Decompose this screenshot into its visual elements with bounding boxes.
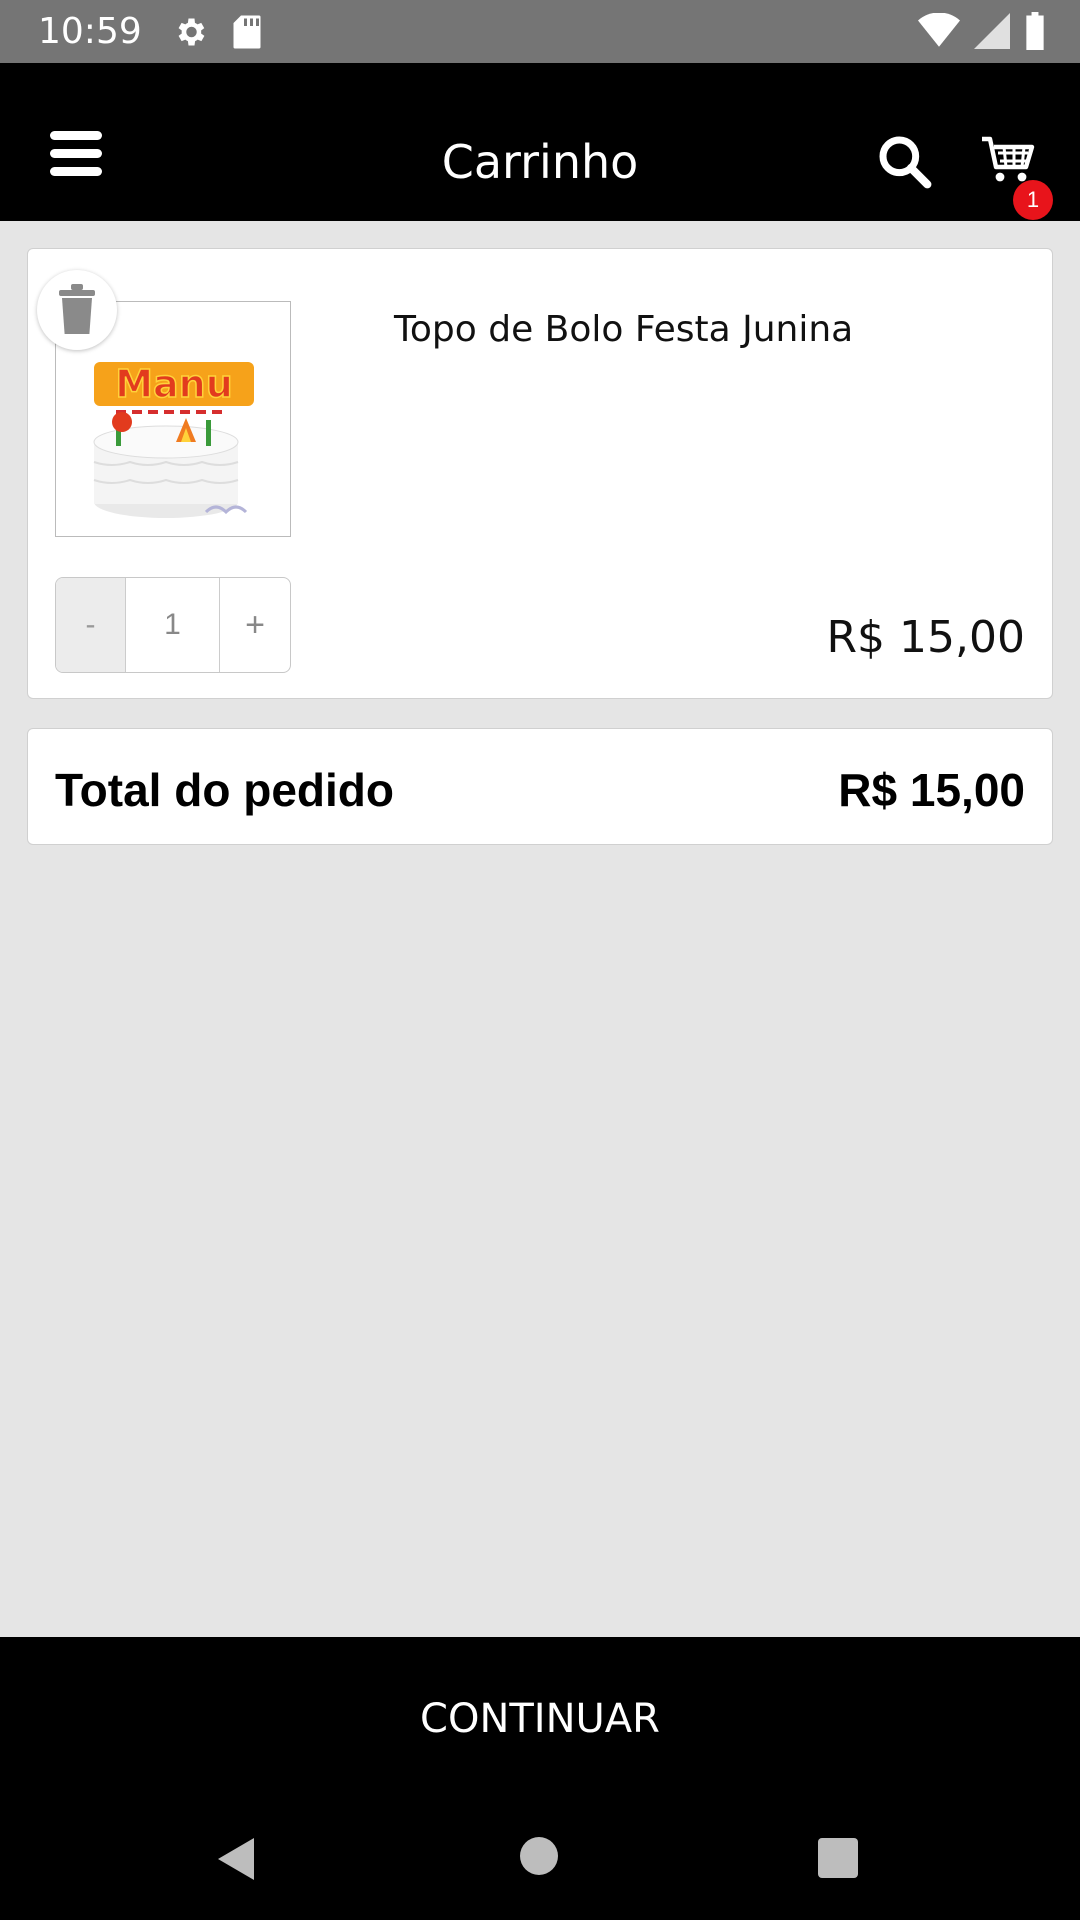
app-bar: Carrinho 1: [0, 63, 1080, 221]
item-price: R$ 15,00: [826, 612, 1025, 663]
cart-count-badge: 1: [1013, 180, 1053, 220]
recent-apps-icon[interactable]: [818, 1838, 858, 1878]
product-name: Topo de Bolo Festa Junina: [394, 309, 854, 350]
wifi-icon: [918, 13, 960, 47]
status-time: 10:59: [38, 11, 142, 52]
decrease-quantity-button[interactable]: -: [56, 578, 126, 672]
total-value: R$ 15,00: [838, 764, 1025, 816]
trash-icon: [59, 284, 95, 334]
continue-button[interactable]: CONTINUAR: [0, 1637, 1080, 1801]
increase-quantity-button[interactable]: +: [220, 578, 290, 672]
battery-icon: [1026, 12, 1044, 50]
quantity-value[interactable]: 1: [126, 578, 220, 672]
system-navigation-bar: [0, 1801, 1080, 1920]
cart-icon[interactable]: [980, 131, 1036, 187]
search-icon[interactable]: [876, 133, 932, 189]
signal-icon: [974, 13, 1010, 49]
total-label: Total do pedido: [55, 764, 394, 816]
home-icon[interactable]: [520, 1837, 558, 1875]
sd-card-icon: [233, 15, 261, 48]
order-total-card: Total do pedido R$ 15,00: [27, 728, 1053, 845]
delete-item-button[interactable]: [37, 270, 117, 350]
status-bar: 10:59: [0, 0, 1080, 63]
cart-item-card: Manu Topo de Bolo Festa Junina - 1 + R$ …: [27, 248, 1053, 699]
settings-icon: [178, 18, 205, 45]
image-caption: Manu: [115, 362, 233, 406]
quantity-stepper: - 1 +: [55, 577, 291, 673]
back-icon[interactable]: [216, 1836, 256, 1882]
